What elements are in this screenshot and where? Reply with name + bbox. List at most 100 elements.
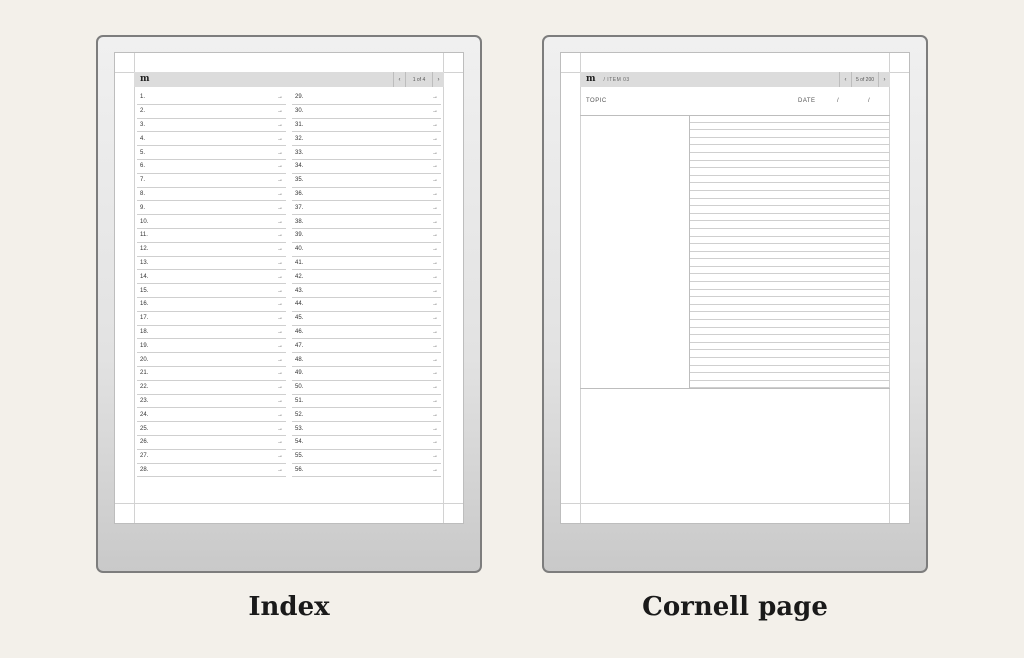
index-entry[interactable]: 40. → xyxy=(292,243,441,257)
arrow-right-icon[interactable]: → xyxy=(432,205,438,211)
arrow-right-icon[interactable]: → xyxy=(277,329,283,335)
index-entry[interactable]: 29. → xyxy=(292,91,441,105)
arrow-right-icon[interactable]: → xyxy=(277,246,283,252)
arrow-right-icon[interactable]: → xyxy=(432,260,438,266)
index-entry[interactable]: 16. → xyxy=(137,298,286,312)
index-entry[interactable]: 23. → xyxy=(137,395,286,409)
index-entry[interactable]: 50. → xyxy=(292,381,441,395)
index-entry[interactable]: 17. → xyxy=(137,312,286,326)
index-entry[interactable]: 36. → xyxy=(292,188,441,202)
index-entry[interactable]: 49. → xyxy=(292,367,441,381)
arrow-right-icon[interactable]: → xyxy=(277,163,283,169)
next-page-button[interactable]: › xyxy=(432,72,444,87)
index-entry[interactable]: 38. → xyxy=(292,215,441,229)
index-entry[interactable]: 3. → xyxy=(137,119,286,133)
arrow-right-icon[interactable]: → xyxy=(432,384,438,390)
index-entry[interactable]: 2. → xyxy=(137,105,286,119)
index-entry[interactable]: 33. → xyxy=(292,146,441,160)
arrow-right-icon[interactable]: → xyxy=(277,191,283,197)
arrow-right-icon[interactable]: → xyxy=(277,288,283,294)
arrow-right-icon[interactable]: → xyxy=(432,122,438,128)
arrow-right-icon[interactable]: → xyxy=(277,260,283,266)
arrow-right-icon[interactable]: → xyxy=(277,136,283,142)
arrow-right-icon[interactable]: → xyxy=(277,94,283,100)
index-entry[interactable]: 25. → xyxy=(137,422,286,436)
notes-area[interactable] xyxy=(690,115,890,389)
arrow-right-icon[interactable]: → xyxy=(277,122,283,128)
index-entry[interactable]: 39. → xyxy=(292,229,441,243)
arrow-right-icon[interactable]: → xyxy=(277,301,283,307)
arrow-right-icon[interactable]: → xyxy=(277,426,283,432)
arrow-right-icon[interactable]: → xyxy=(277,219,283,225)
index-entry[interactable]: 53. → xyxy=(292,422,441,436)
arrow-right-icon[interactable]: → xyxy=(277,274,283,280)
index-entry[interactable]: 14. → xyxy=(137,270,286,285)
index-entry[interactable]: 10. → xyxy=(137,215,286,229)
arrow-right-icon[interactable]: → xyxy=(432,453,438,459)
index-entry[interactable]: 43. → xyxy=(292,284,441,298)
arrow-right-icon[interactable]: → xyxy=(277,384,283,390)
index-entry[interactable]: 56. → xyxy=(292,464,441,478)
index-entry[interactable]: 34. → xyxy=(292,160,441,174)
index-entry[interactable]: 20. → xyxy=(137,353,286,367)
index-entry[interactable]: 15. → xyxy=(137,284,286,298)
arrow-right-icon[interactable]: → xyxy=(432,163,438,169)
prev-page-button[interactable]: ‹ xyxy=(393,72,405,87)
arrow-right-icon[interactable]: → xyxy=(432,329,438,335)
arrow-right-icon[interactable]: → xyxy=(277,412,283,418)
index-entry[interactable]: 24. → xyxy=(137,408,286,423)
arrow-right-icon[interactable]: → xyxy=(432,412,438,418)
arrow-right-icon[interactable]: → xyxy=(277,370,283,376)
index-entry[interactable]: 45. → xyxy=(292,312,441,326)
arrow-right-icon[interactable]: → xyxy=(432,426,438,432)
index-entry[interactable]: 21. → xyxy=(137,367,286,381)
index-entry[interactable]: 8. → xyxy=(137,188,286,202)
arrow-right-icon[interactable]: → xyxy=(277,343,283,349)
arrow-right-icon[interactable]: → xyxy=(277,150,283,156)
arrow-right-icon[interactable]: → xyxy=(432,177,438,183)
summary-area[interactable] xyxy=(580,388,890,504)
arrow-right-icon[interactable]: → xyxy=(277,177,283,183)
arrow-right-icon[interactable]: → xyxy=(432,370,438,376)
arrow-right-icon[interactable]: → xyxy=(277,232,283,238)
arrow-right-icon[interactable]: → xyxy=(432,398,438,404)
index-entry[interactable]: 35. → xyxy=(292,174,441,188)
cue-column[interactable] xyxy=(580,115,690,388)
index-entry[interactable]: 18. → xyxy=(137,326,286,340)
arrow-right-icon[interactable]: → xyxy=(432,288,438,294)
index-entry[interactable]: 47. → xyxy=(292,339,441,354)
arrow-right-icon[interactable]: → xyxy=(277,315,283,321)
index-entry[interactable]: 37. → xyxy=(292,201,441,216)
index-entry[interactable]: 12. → xyxy=(137,243,286,257)
arrow-right-icon[interactable]: → xyxy=(277,205,283,211)
index-entry[interactable]: 41. → xyxy=(292,257,441,271)
next-page-button[interactable]: › xyxy=(878,72,890,87)
index-entry[interactable]: 31. → xyxy=(292,119,441,133)
index-entry[interactable]: 13. → xyxy=(137,257,286,271)
arrow-right-icon[interactable]: → xyxy=(277,398,283,404)
index-entry[interactable]: 26. → xyxy=(137,436,286,450)
index-entry[interactable]: 55. → xyxy=(292,450,441,464)
arrow-right-icon[interactable]: → xyxy=(432,108,438,114)
index-entry[interactable]: 44. → xyxy=(292,298,441,312)
index-entry[interactable]: 22. → xyxy=(137,381,286,395)
index-entry[interactable]: 51. → xyxy=(292,395,441,409)
arrow-right-icon[interactable]: → xyxy=(432,301,438,307)
index-entry[interactable]: 52. → xyxy=(292,408,441,423)
arrow-right-icon[interactable]: → xyxy=(432,357,438,363)
arrow-right-icon[interactable]: → xyxy=(432,343,438,349)
arrow-right-icon[interactable]: → xyxy=(432,136,438,142)
index-entry[interactable]: 48. → xyxy=(292,353,441,367)
arrow-right-icon[interactable]: → xyxy=(432,439,438,445)
index-entry[interactable]: 27. → xyxy=(137,450,286,464)
arrow-right-icon[interactable]: → xyxy=(432,274,438,280)
arrow-right-icon[interactable]: → xyxy=(277,453,283,459)
arrow-right-icon[interactable]: → xyxy=(277,439,283,445)
index-entry[interactable]: 11. → xyxy=(137,229,286,243)
arrow-right-icon[interactable]: → xyxy=(432,94,438,100)
arrow-right-icon[interactable]: → xyxy=(432,150,438,156)
index-entry[interactable]: 28. → xyxy=(137,464,286,478)
index-entry[interactable]: 42. → xyxy=(292,270,441,285)
index-entry[interactable]: 1. → xyxy=(137,91,286,105)
index-entry[interactable]: 32. → xyxy=(292,132,441,147)
